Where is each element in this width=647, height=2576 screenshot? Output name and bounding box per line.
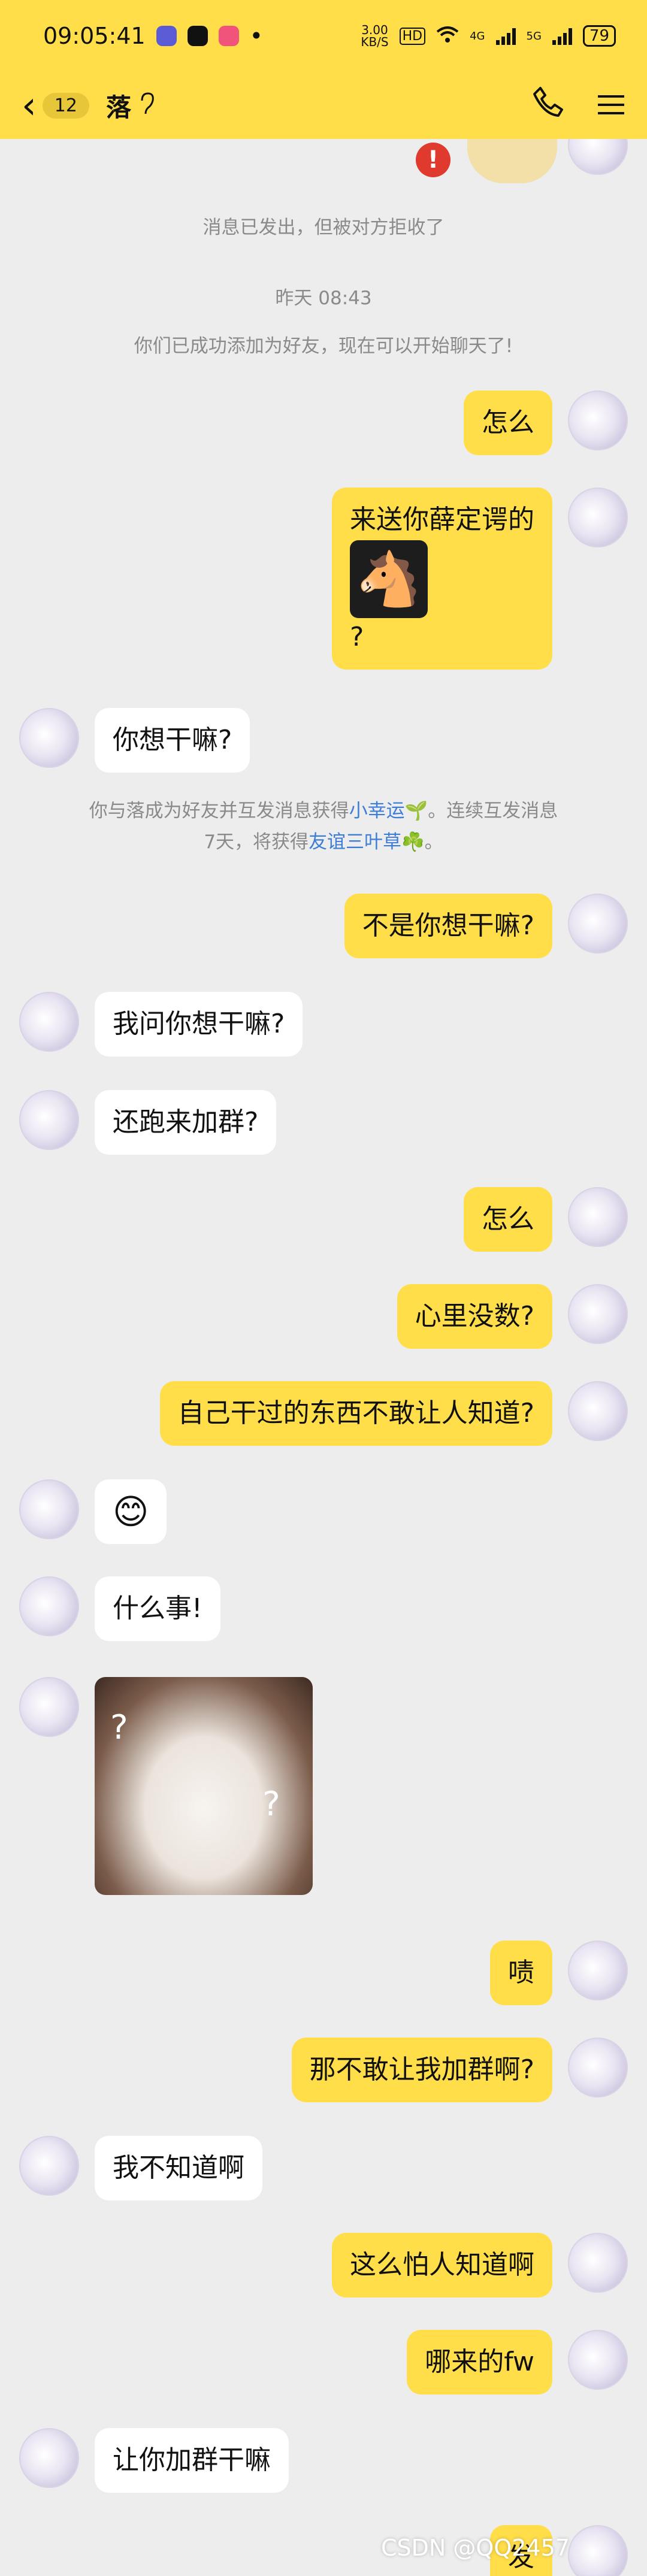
message-text: 来送你薛定谔的 bbox=[350, 504, 534, 535]
avatar-contact[interactable] bbox=[19, 708, 79, 768]
message-row: 自己干过的东西不敢让人知道? bbox=[144, 1381, 628, 1446]
avatar-contact[interactable] bbox=[19, 1677, 79, 1737]
message-bubble[interactable]: 你想干嘛? bbox=[95, 708, 250, 773]
message-row: 我不知道啊 bbox=[19, 2136, 278, 2200]
message-row: 什么事! bbox=[19, 1576, 236, 1641]
system-rejected-notice: 消息已发出，但被对方拒收了 bbox=[202, 217, 445, 238]
message-row: ? ? bbox=[19, 1677, 328, 1895]
message-row: 心里没数? bbox=[382, 1284, 628, 1349]
message-row: 怎么 bbox=[448, 391, 628, 455]
message-bubble[interactable]: 不是你想干嘛? bbox=[344, 894, 552, 958]
message-bubble-sticker[interactable]: 来送你薛定谔的 🐴? bbox=[332, 488, 552, 670]
avatar-contact[interactable] bbox=[19, 1090, 79, 1150]
avatar-self[interactable] bbox=[568, 1187, 628, 1247]
message-bubble[interactable]: 自己干过的东西不敢让人知道? bbox=[159, 1381, 552, 1446]
message-bubble[interactable]: 怎么 bbox=[464, 1187, 552, 1252]
send-failed-icon[interactable]: ! bbox=[416, 143, 451, 177]
watermark: CSDN @QQ2457 bbox=[381, 2535, 570, 2561]
message-bubble[interactable]: 怎么 bbox=[464, 391, 552, 455]
chat-feed[interactable]: ! 消息已发出，但被对方拒收了 昨天 08:43 你们已成功添加为好友，现在可以… bbox=[0, 139, 647, 2576]
message-row: 我问你想干嘛? bbox=[19, 992, 318, 1057]
question-mark: ? bbox=[110, 1708, 128, 1747]
reward-link-clover[interactable]: 友谊三叶草☘️ bbox=[309, 831, 425, 853]
status-right: 3.00 KB/S HD 4G 5G 79 bbox=[361, 23, 616, 49]
message-row: 那不敢让我加群啊? bbox=[276, 2038, 628, 2102]
avatar-self[interactable] bbox=[568, 2038, 628, 2097]
more-notifications-dot: • bbox=[249, 23, 264, 49]
back-chevron-icon[interactable]: ‹ bbox=[22, 87, 37, 124]
emoji-message[interactable]: 😊 bbox=[95, 1479, 167, 1544]
message-text: ? bbox=[350, 622, 364, 652]
message-bubble[interactable]: 什么事! bbox=[95, 1576, 220, 1641]
menu-icon[interactable] bbox=[597, 87, 625, 125]
avatar-self[interactable] bbox=[568, 488, 628, 547]
status-bar: 09:05:41 • 3.00 KB/S HD 4G 5G 79 bbox=[0, 0, 647, 72]
phone-icon[interactable] bbox=[532, 86, 564, 126]
avatar-contact[interactable] bbox=[19, 1576, 79, 1636]
message-row: 怎么 bbox=[448, 1187, 628, 1252]
avatar-contact[interactable] bbox=[19, 992, 79, 1052]
chat-header: ‹ 12 落 bbox=[0, 72, 647, 139]
message-bubble[interactable]: 还跑来加群? bbox=[95, 1090, 277, 1155]
chat-title: 落 bbox=[105, 92, 131, 122]
network-5g-label: 5G bbox=[526, 29, 542, 43]
avatar-self[interactable] bbox=[568, 1284, 628, 1344]
message-row: 😊 bbox=[19, 1479, 182, 1544]
system-reward-notice: 你与落成为好友并互发消息获得小幸运🌱。连续互发消息7天，将获得友谊三叶草☘️。 bbox=[84, 795, 563, 858]
message-row: 你想干嘛? bbox=[19, 708, 265, 773]
message-row: 让你加群干嘛 bbox=[19, 2428, 304, 2493]
cat-image[interactable]: ? ? bbox=[95, 1677, 313, 1895]
horse-sticker[interactable]: 🐴 bbox=[350, 540, 428, 618]
message-bubble[interactable]: 心里没数? bbox=[397, 1284, 552, 1349]
message-bubble[interactable]: 我问你想干嘛? bbox=[95, 992, 303, 1057]
reward-text: 你与落成为好友并互发消息获得 bbox=[89, 800, 349, 822]
sticker-partial bbox=[467, 139, 557, 183]
reward-text: 。 bbox=[424, 831, 443, 853]
message-row: 来送你薛定谔的 🐴? bbox=[316, 488, 628, 670]
avatar-self[interactable] bbox=[568, 391, 628, 450]
tiktok-icon bbox=[187, 26, 208, 46]
notification-app-icon bbox=[156, 26, 177, 46]
message-bubble[interactable]: 让你加群干嘛 bbox=[95, 2428, 289, 2493]
signal-icon-2 bbox=[552, 27, 572, 45]
clock: 09:05:41 bbox=[43, 23, 146, 49]
avatar-contact[interactable] bbox=[19, 2428, 79, 2488]
avatar-self[interactable] bbox=[568, 894, 628, 953]
avatar-contact[interactable] bbox=[19, 2136, 79, 2196]
avatar-self[interactable] bbox=[568, 1941, 628, 2000]
message-bubble[interactable]: 这么怕人知道啊 bbox=[332, 2233, 552, 2297]
message-row: 啧 bbox=[474, 1941, 628, 2005]
avatar-self[interactable] bbox=[568, 1381, 628, 1441]
avatar-self[interactable] bbox=[568, 2233, 628, 2293]
message-bubble[interactable]: 我不知道啊 bbox=[95, 2136, 262, 2200]
message-bubble[interactable]: 那不敢让我加群啊? bbox=[291, 2038, 552, 2102]
battery-icon: 79 bbox=[582, 25, 616, 47]
avatar-self[interactable] bbox=[568, 139, 628, 175]
unread-count-badge: 12 bbox=[42, 92, 89, 119]
status-left: 09:05:41 • bbox=[43, 23, 263, 49]
hd-badge: HD bbox=[399, 27, 426, 45]
wifi-icon bbox=[436, 23, 459, 49]
net-speed: 3.00 KB/S bbox=[361, 23, 389, 49]
message-bubble[interactable]: 哪来的fw bbox=[407, 2330, 552, 2395]
message-row: 还跑来加群? bbox=[19, 1090, 292, 1155]
system-timestamp: 昨天 08:43 bbox=[275, 287, 372, 309]
message-row: 这么怕人知道啊 bbox=[316, 2233, 628, 2297]
system-friend-added: 你们已成功添加为好友，现在可以开始聊天了! bbox=[134, 335, 513, 357]
avatar-contact[interactable] bbox=[19, 1479, 79, 1539]
avatar-self[interactable] bbox=[568, 2330, 628, 2390]
photo-app-icon bbox=[218, 26, 239, 46]
message-row: 不是你想干嘛? bbox=[329, 894, 628, 958]
network-4g-label: 4G bbox=[470, 29, 485, 43]
reward-link-lucky[interactable]: 小幸运🌱 bbox=[349, 800, 428, 822]
signal-icon-1 bbox=[495, 27, 516, 45]
message-bubble[interactable]: 啧 bbox=[490, 1941, 552, 2005]
question-mark: ? bbox=[262, 1785, 280, 1824]
avatar-self[interactable] bbox=[568, 2525, 628, 2576]
message-row: 哪来的fw bbox=[391, 2330, 628, 2395]
ear-icon bbox=[138, 92, 155, 119]
